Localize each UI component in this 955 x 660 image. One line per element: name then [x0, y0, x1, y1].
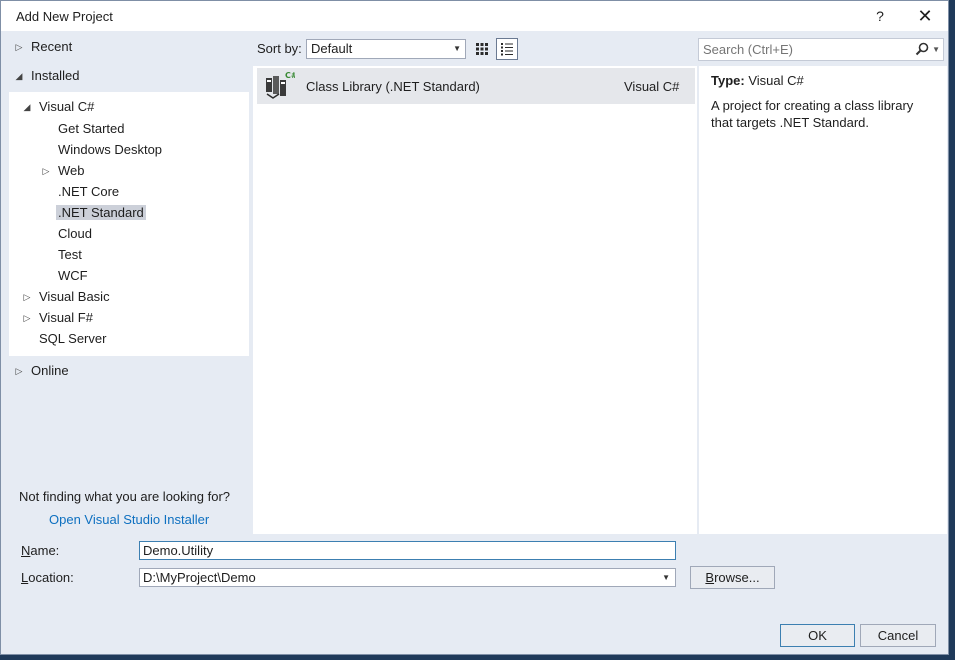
expand-arrow-icon[interactable]: ▷ [21, 287, 33, 307]
small-icons-view-button[interactable] [471, 38, 493, 60]
expand-arrow-icon[interactable]: ▷ [13, 361, 25, 381]
add-new-project-dialog: Add New Project ? ✕ ▷ Recent ◢ Installed… [0, 0, 949, 655]
tree-item-wcf[interactable]: WCF [58, 266, 88, 286]
tree-item-label: Online [31, 363, 69, 378]
template-name: Class Library (.NET Standard) [306, 79, 480, 94]
tree-item-visual-fsharp[interactable]: ▷ Visual F# [21, 308, 93, 328]
list-view-button[interactable] [496, 38, 518, 60]
tree-item-label: Get Started [58, 121, 125, 136]
collapse-arrow-icon[interactable]: ◢ [13, 66, 25, 86]
dropdown-arrow-icon[interactable]: ▼ [662, 569, 670, 586]
location-value: D:\MyProject\Demo [143, 570, 256, 585]
installed-templates-box: ◢ Visual C# Get Started Windows Desktop … [9, 92, 249, 356]
not-finding-text: Not finding what you are looking for? [19, 489, 231, 504]
templates-list: C# Class Library (.NET Standard) Visual … [253, 66, 697, 534]
location-dropdown[interactable]: D:\MyProject\Demo ▼ [139, 568, 676, 587]
sort-by-label: Sort by: [257, 41, 302, 56]
cancel-button[interactable]: Cancel [860, 624, 936, 647]
search-box[interactable]: ▼ [698, 38, 944, 61]
tree-item-label: WCF [58, 268, 88, 283]
sort-by-dropdown[interactable]: Default ▼ [306, 39, 466, 59]
tree-item-label: Installed [31, 68, 80, 83]
template-details-panel: Type: Visual C# A project for creating a… [699, 66, 947, 534]
tree-item-label: SQL Server [39, 331, 107, 346]
svg-text:C#: C# [285, 71, 295, 80]
tree-item-label: Cloud [58, 226, 92, 241]
grid-view-icon [476, 43, 488, 55]
tree-item-visual-csharp[interactable]: ◢ Visual C# [21, 97, 95, 117]
type-row: Type: Visual C# [711, 73, 804, 88]
tree-item-web[interactable]: ▷ Web [40, 161, 85, 181]
template-tree-panel: ▷ Recent ◢ Installed ◢ Visual C# Get Sta… [9, 32, 249, 534]
expand-arrow-icon[interactable]: ▷ [40, 161, 52, 181]
expand-arrow-icon[interactable]: ▷ [21, 308, 33, 328]
tree-item-label: Visual F# [39, 310, 93, 325]
tree-item-get-started[interactable]: Get Started [58, 119, 124, 139]
type-label: Type: [711, 73, 745, 88]
ok-button[interactable]: OK [780, 624, 855, 647]
open-installer-link[interactable]: Open Visual Studio Installer [49, 512, 209, 527]
expand-arrow-icon[interactable]: ▷ [13, 37, 25, 57]
location-label: Location: [21, 570, 74, 585]
tree-item-label: Visual Basic [39, 289, 110, 304]
name-label: Name: [21, 543, 60, 558]
tree-item-label: .NET Core [58, 184, 120, 199]
template-item-class-library[interactable]: C# Class Library (.NET Standard) Visual … [257, 68, 695, 104]
dropdown-arrow-icon: ▼ [453, 44, 461, 53]
tree-item-label: Windows Desktop [58, 142, 163, 157]
browse-button[interactable]: Browse... [690, 566, 775, 589]
tree-item-installed[interactable]: ◢ Installed [13, 66, 80, 86]
tree-item-cloud[interactable]: Cloud [58, 224, 92, 244]
tree-item-sql-server[interactable]: SQL Server [39, 329, 106, 349]
template-language: Visual C# [624, 79, 680, 94]
search-input[interactable] [703, 41, 903, 58]
tree-item-recent[interactable]: ▷ Recent [13, 37, 73, 57]
search-options-arrow-icon[interactable]: ▼ [932, 42, 940, 58]
dialog-title: Add New Project [16, 9, 113, 24]
tree-item-visual-basic[interactable]: ▷ Visual Basic [21, 287, 110, 307]
tree-item-label-selected: .NET Standard [56, 205, 146, 220]
type-value: Visual C# [748, 73, 804, 88]
tree-item-test[interactable]: Test [58, 245, 82, 265]
project-name-input[interactable] [139, 541, 676, 560]
tree-item-net-core[interactable]: .NET Core [58, 182, 119, 202]
tree-item-net-standard[interactable]: .NET Standard [56, 203, 146, 223]
tree-item-label: Recent [31, 39, 73, 54]
collapse-arrow-icon[interactable]: ◢ [21, 97, 33, 117]
help-button[interactable]: ? [865, 5, 895, 27]
sort-by-value: Default [311, 41, 353, 56]
tree-item-label: Test [58, 247, 82, 262]
tree-item-online[interactable]: ▷ Online [13, 361, 69, 381]
class-library-csharp-icon: C# [266, 71, 295, 99]
close-button[interactable]: ✕ [910, 5, 940, 27]
search-icon[interactable] [915, 42, 929, 56]
tree-item-label: Web [58, 163, 85, 178]
list-view-icon [501, 43, 513, 56]
tree-item-label: Visual C# [39, 99, 95, 114]
tree-item-windows-desktop[interactable]: Windows Desktop [58, 140, 162, 160]
title-bar: Add New Project ? ✕ [1, 1, 948, 31]
template-description: A project for creating a class library t… [711, 98, 914, 130]
